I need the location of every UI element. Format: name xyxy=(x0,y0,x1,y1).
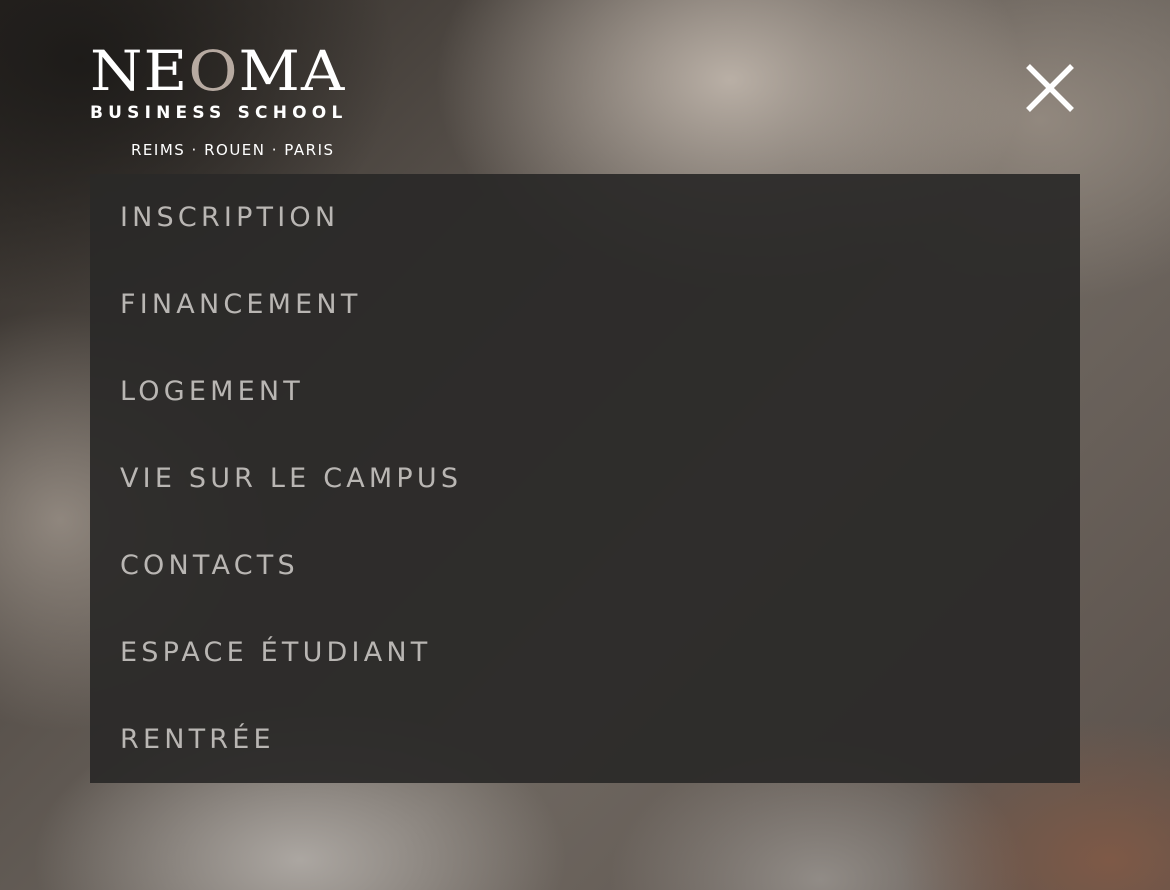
menu-item-rentree[interactable]: RENTRÉE xyxy=(90,696,1080,783)
close-icon xyxy=(1026,64,1074,112)
logo-wordmark: NEOMA xyxy=(90,44,390,99)
close-menu-button[interactable] xyxy=(1018,56,1082,120)
menu-item-espace-etudiant[interactable]: ESPACE ÉTUDIANT xyxy=(90,609,1080,696)
logo-campuses: REIMS · ROUEN · PARIS xyxy=(131,141,335,159)
menu-item-financement[interactable]: FINANCEMENT xyxy=(90,261,1080,348)
menu-item-label: FINANCEMENT xyxy=(120,289,362,320)
logo-tagline: BUSINESS SCHOOL xyxy=(90,103,348,123)
logo-word-right: MA xyxy=(238,44,346,100)
menu-item-label: VIE SUR LE CAMPUS xyxy=(120,463,463,494)
menu-item-label: ESPACE ÉTUDIANT xyxy=(120,637,432,668)
menu-item-logement[interactable]: LOGEMENT xyxy=(90,348,1080,435)
logo-word-left: NE xyxy=(90,44,189,100)
menu-item-inscription[interactable]: INSCRIPTION xyxy=(90,174,1080,261)
main-menu-panel: INSCRIPTION FINANCEMENT LOGEMENT VIE SUR… xyxy=(90,174,1080,783)
menu-item-label: RENTRÉE xyxy=(120,724,275,755)
logo-word-o: O xyxy=(188,44,239,100)
menu-item-label: LOGEMENT xyxy=(120,376,304,407)
neoma-logo[interactable]: NEOMA BUSINESS SCHOOL REIMS · ROUEN · PA… xyxy=(90,44,390,159)
menu-item-vie-sur-le-campus[interactable]: VIE SUR LE CAMPUS xyxy=(90,435,1080,522)
menu-item-label: INSCRIPTION xyxy=(120,202,340,233)
menu-item-contacts[interactable]: CONTACTS xyxy=(90,522,1080,609)
main-menu-list: INSCRIPTION FINANCEMENT LOGEMENT VIE SUR… xyxy=(90,174,1080,783)
menu-item-label: CONTACTS xyxy=(120,550,299,581)
